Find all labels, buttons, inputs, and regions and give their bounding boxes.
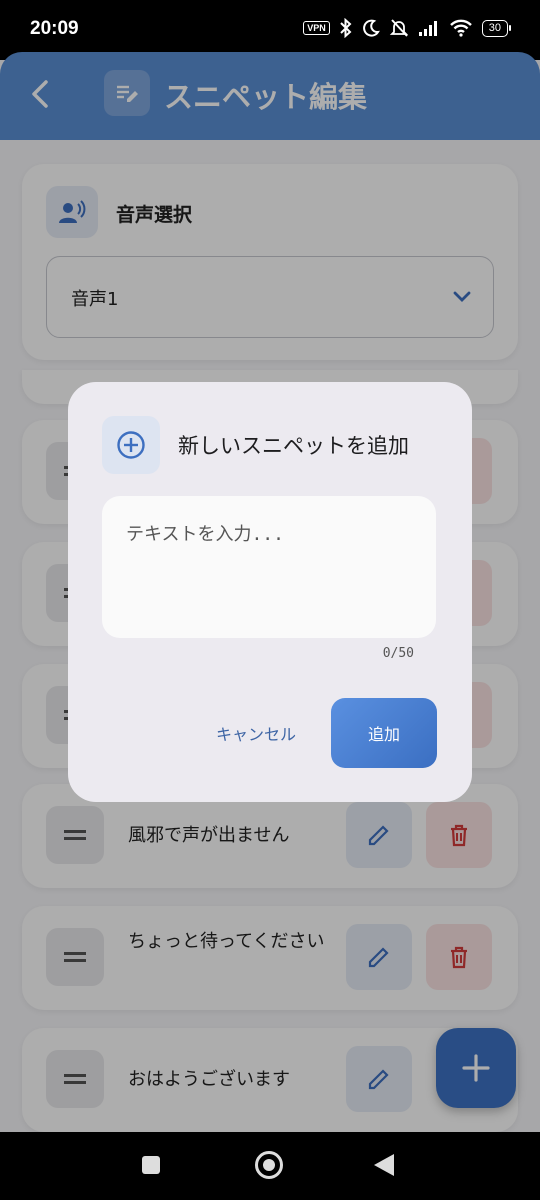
status-icons: VPN 30: [303, 18, 512, 38]
signal-icon: [418, 21, 437, 36]
bluetooth-icon: [340, 18, 352, 38]
add-button[interactable]: 追加: [331, 698, 437, 768]
recents-icon[interactable]: [142, 1156, 160, 1174]
add-snippet-dialog: 新しいスニペットを追加 0/50 キャンセル 追加: [68, 382, 472, 802]
character-counter: 0/50: [382, 646, 414, 661]
mute-icon: [389, 19, 408, 37]
dialog-title: 新しいスニペットを追加: [178, 434, 409, 458]
status-time: 20:09: [30, 18, 79, 39]
cancel-button[interactable]: キャンセル: [200, 698, 312, 768]
add-circle-icon: [102, 416, 160, 474]
status-bar: 20:09 VPN 30: [0, 0, 540, 60]
home-icon[interactable]: [255, 1151, 283, 1179]
system-nav-bar: [0, 1132, 540, 1200]
snippet-text-input[interactable]: [102, 496, 436, 638]
moon-icon: [362, 19, 380, 37]
vpn-icon: VPN: [303, 21, 330, 35]
battery-icon: 30: [481, 19, 512, 37]
back-icon[interactable]: [374, 1154, 394, 1176]
wifi-icon: [449, 19, 472, 37]
